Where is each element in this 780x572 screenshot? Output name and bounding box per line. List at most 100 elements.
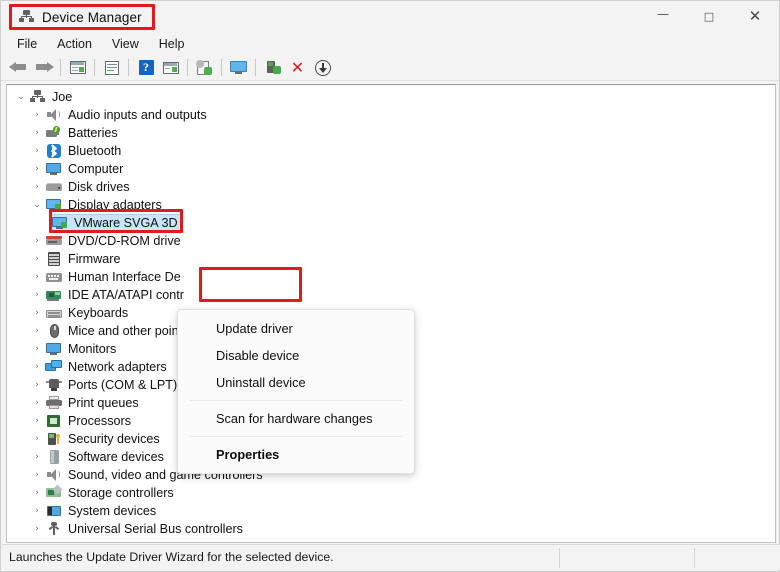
toolbar-scan-hardware-button[interactable]: [226, 57, 251, 79]
chevron-right-icon[interactable]: ›: [29, 452, 45, 462]
chevron-right-icon[interactable]: ›: [29, 362, 45, 372]
back-icon: [8, 59, 29, 77]
device-tree-panel[interactable]: ⌄ Joe › Audio inputs and outputs › Batte…: [6, 84, 776, 543]
tree-item-label: Audio inputs and outputs: [68, 108, 207, 122]
scan-for-hardware-changes-icon: [229, 59, 249, 77]
tree-item-label: Network adapters: [68, 360, 167, 374]
toolbar-back-button[interactable]: [6, 57, 31, 79]
chevron-right-icon[interactable]: ›: [29, 326, 45, 336]
chevron-right-icon[interactable]: ›: [29, 344, 45, 354]
bluetooth-icon: [45, 143, 63, 159]
tree-item-human-interface-devices[interactable]: › Human Interface De: [7, 268, 775, 286]
device-context-menu[interactable]: Update driver Disable device Uninstall d…: [177, 309, 415, 474]
menu-file[interactable]: File: [7, 35, 47, 53]
minimize-button[interactable]: —: [640, 1, 686, 32]
forward-icon: [34, 59, 54, 77]
chevron-down-icon[interactable]: ⌄: [13, 92, 29, 102]
context-menu-item-disable-device[interactable]: Disable device: [178, 342, 414, 369]
uninstall-device-icon: ✕: [290, 57, 305, 77]
chevron-right-icon[interactable]: ›: [29, 164, 45, 174]
context-menu-item-scan-for-hardware-changes[interactable]: Scan for hardware changes: [178, 405, 414, 432]
chevron-right-icon[interactable]: ›: [29, 110, 45, 120]
tree-item-system-devices[interactable]: › System devices: [7, 502, 775, 520]
chevron-right-icon[interactable]: ›: [29, 236, 45, 246]
tree-item-disk-drives[interactable]: › Disk drives: [7, 178, 775, 196]
tree-item-bluetooth[interactable]: › Bluetooth: [7, 142, 775, 160]
chevron-right-icon[interactable]: ›: [29, 380, 45, 390]
display-adapter-icon: [51, 215, 69, 231]
chevron-right-icon[interactable]: ›: [29, 290, 45, 300]
disk-drive-icon: [45, 179, 63, 195]
context-menu-item-properties[interactable]: Properties: [178, 441, 414, 468]
toolbar-uninstall-device-button[interactable]: ✕: [285, 57, 310, 79]
toolbar-forward-button[interactable]: [31, 57, 56, 79]
tree-item-label: Monitors: [68, 342, 117, 356]
tree-item-computer[interactable]: › Computer: [7, 160, 775, 178]
toolbar-properties-button[interactable]: [99, 57, 124, 79]
toolbar-console-tree-button[interactable]: [65, 57, 90, 79]
tree-item-label: Storage controllers: [68, 486, 174, 500]
tree-item-label: Bluetooth: [68, 144, 122, 158]
toolbar-separator: [94, 59, 95, 76]
toolbar-action-pane-button[interactable]: [158, 57, 183, 79]
tree-item-label: Security devices: [68, 432, 160, 446]
tree-item-vmware-svga-3d[interactable]: VMware SVGA 3D: [7, 214, 775, 232]
network-adapter-icon: [45, 359, 63, 375]
toolbar-enable-device-button[interactable]: [260, 57, 285, 79]
ide-controller-icon: [45, 287, 63, 303]
maximize-button[interactable]: □: [686, 1, 732, 32]
update-driver-icon: [195, 59, 215, 77]
properties-icon: [102, 59, 122, 77]
help-icon: ?: [136, 59, 156, 77]
status-bar-divider: [559, 548, 560, 568]
context-menu-item-update-driver[interactable]: Update driver: [178, 315, 414, 342]
chevron-right-icon[interactable]: ›: [29, 470, 45, 480]
close-button[interactable]: ✕: [732, 1, 778, 32]
context-menu-item-uninstall-device[interactable]: Uninstall device: [178, 369, 414, 396]
hid-icon: [45, 269, 63, 285]
minimize-icon: —: [657, 6, 669, 21]
tree-item-display-adapters[interactable]: ⌄ Display adapters: [7, 196, 775, 214]
toolbar-separator: [255, 59, 256, 76]
tree-item-joe[interactable]: ⌄ Joe: [7, 88, 775, 106]
display-adapter-icon: [45, 197, 63, 213]
menu-action[interactable]: Action: [47, 35, 102, 53]
title-bar: Device Manager — □ ✕: [1, 1, 779, 33]
security-device-icon: [45, 431, 63, 447]
tree-item-label: DVD/CD-ROM drive: [68, 234, 181, 248]
tree-item-storage-controllers[interactable]: › Storage controllers: [7, 484, 775, 502]
software-device-icon: [45, 449, 63, 465]
chevron-right-icon[interactable]: ›: [29, 434, 45, 444]
menu-help[interactable]: Help: [149, 35, 195, 53]
tree-item-dvd-cd-rom-drive[interactable]: › DVD/CD-ROM drive: [7, 232, 775, 250]
chevron-right-icon[interactable]: ›: [29, 308, 45, 318]
chevron-right-icon[interactable]: ›: [29, 488, 45, 498]
chevron-right-icon[interactable]: ›: [29, 182, 45, 192]
status-bar: Launches the Update Driver Wizard for th…: [2, 544, 780, 570]
show-hide-action-pane-icon: [161, 59, 181, 77]
chevron-right-icon[interactable]: ›: [29, 398, 45, 408]
chevron-right-icon[interactable]: ›: [29, 524, 45, 534]
chevron-right-icon[interactable]: ›: [29, 254, 45, 264]
chevron-right-icon[interactable]: ›: [29, 506, 45, 516]
tree-item-universal-serial-bus-controllers[interactable]: › Universal Serial Bus controllers: [7, 520, 775, 538]
toolbar-update-driver-button[interactable]: [192, 57, 217, 79]
toolbar-download-button[interactable]: [310, 57, 335, 79]
tree-item-audio-inputs-and-outputs[interactable]: › Audio inputs and outputs: [7, 106, 775, 124]
tree-item-batteries[interactable]: › Batteries: [7, 124, 775, 142]
toolbar-separator: [187, 59, 188, 76]
toolbar-help-button[interactable]: ?: [133, 57, 158, 79]
printer-icon: [45, 395, 63, 411]
tree-item-firmware[interactable]: › Firmware: [7, 250, 775, 268]
tree-item-label: Joe: [52, 90, 73, 104]
tree-item-label: Computer: [68, 162, 124, 176]
tree-item-ide-ata-atapi-controllers[interactable]: › IDE ATA/ATAPI contr: [7, 286, 775, 304]
chevron-right-icon[interactable]: ›: [29, 128, 45, 138]
tree-item-label: Firmware: [68, 252, 121, 266]
menu-view[interactable]: View: [102, 35, 149, 53]
chevron-right-icon[interactable]: ›: [29, 416, 45, 426]
chevron-down-icon[interactable]: ⌄: [29, 200, 45, 210]
chevron-right-icon[interactable]: ›: [29, 272, 45, 282]
chevron-right-icon[interactable]: ›: [29, 146, 45, 156]
storage-controller-icon: [45, 484, 63, 501]
